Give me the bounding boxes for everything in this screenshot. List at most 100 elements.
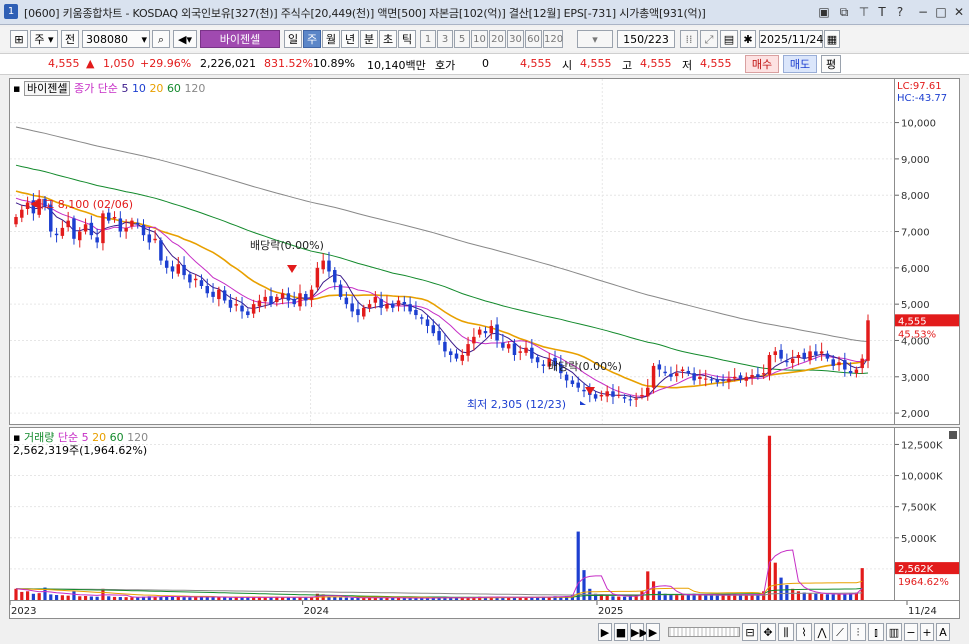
zoom-out-icon[interactable]: − (904, 623, 918, 641)
candle (390, 300, 395, 313)
font-size-icon[interactable]: T (874, 4, 890, 20)
help-icon[interactable]: ? (892, 4, 908, 20)
volume-pct: 831.52% (264, 57, 313, 70)
pin-icon[interactable]: ⊤ (856, 4, 872, 20)
date-tick-label: 2023 (11, 606, 36, 617)
candle (135, 218, 140, 229)
interval-button-120[interactable]: 120 (543, 30, 563, 48)
candle (327, 251, 331, 278)
chart-type-icon[interactable]: ▥ (886, 623, 902, 641)
eval-button[interactable]: 평 (821, 55, 841, 73)
price-tick-label: 10,000 (901, 119, 936, 130)
candle (796, 352, 801, 366)
play-icon[interactable]: ▶ (598, 623, 612, 641)
fast-forward-icon[interactable]: ▶▶ (630, 623, 648, 641)
interval-button-10[interactable]: 10 (471, 30, 488, 48)
candle (373, 291, 378, 309)
next-icon[interactable]: ▶ (646, 623, 660, 641)
indicator-icon[interactable]: ⤢ (700, 30, 718, 48)
tab-0[interactable]: 일 (284, 30, 302, 48)
mode-button[interactable]: 전 (61, 30, 79, 48)
legend-toggle-icon[interactable]: ▪ (13, 82, 20, 95)
stock-name-field[interactable]: 바이젠셀 (200, 30, 280, 48)
candle (663, 365, 667, 377)
maximize-icon[interactable]: □ (933, 4, 949, 20)
minimize-icon[interactable]: − (915, 4, 931, 20)
candle (564, 371, 569, 388)
trend-icon[interactable]: ⟋ (832, 623, 848, 641)
panel-menu-icon[interactable] (949, 431, 957, 439)
legend-ma20: 20 (149, 82, 164, 95)
price-tick-label: 6,000 (901, 264, 930, 275)
volume-tick-label: 5,000K (901, 534, 937, 545)
date-axis: 2023 2024 2025 11/24 (9, 601, 960, 619)
volume-chart-panel[interactable]: ▪ 거래량 단순 5 20 60 120 2,562,319주(1,964.62… (9, 427, 895, 601)
line-chart-icon[interactable]: ⌇ (796, 623, 812, 641)
candle (721, 374, 725, 387)
stop-icon[interactable]: ■ (614, 623, 628, 641)
volume-bar (622, 596, 627, 600)
interval-button-20[interactable]: 20 (489, 30, 506, 48)
tab-2[interactable]: 월 (322, 30, 340, 48)
candle (222, 286, 227, 304)
zoom-reset-icon[interactable]: ⊟ (742, 623, 758, 641)
save-icon[interactable]: ▤ (720, 30, 738, 48)
candle-icon[interactable]: ⫼ (778, 623, 794, 641)
price-chart-panel[interactable]: 최고 8,100 (02/06) 배당락(0.00%) 배당락(0.00%) 최저 2… (9, 78, 895, 425)
tab-6[interactable]: 틱 (398, 30, 416, 48)
candle (170, 260, 175, 279)
volume-bar (814, 593, 818, 600)
candle (396, 296, 401, 312)
restore-layout-icon[interactable]: ▣ (816, 4, 832, 20)
dividend-arrow-icon (287, 265, 297, 273)
interval-button-5[interactable]: 5 (454, 30, 470, 48)
zoom-in-icon[interactable]: + (920, 623, 934, 641)
interval-select[interactable]: ▾ (577, 30, 613, 48)
tab-3[interactable]: 년 (341, 30, 359, 48)
tab-1[interactable]: 주 (303, 30, 321, 48)
scale-icon[interactable]: A (936, 623, 950, 641)
volume-bar (89, 596, 93, 600)
crosshair-icon[interactable]: ✥ (760, 623, 776, 641)
close-icon[interactable]: ✕ (951, 4, 967, 20)
interval-button-60[interactable]: 60 (525, 30, 542, 48)
high-label: 고 (622, 59, 633, 72)
candle (477, 326, 482, 338)
volume-axis: 12,500K10,000K7,500K5,000K2,500K2,562K19… (895, 427, 960, 601)
volume-bar (779, 577, 783, 600)
bar-chart-icon[interactable]: ⫶ (850, 623, 866, 641)
calendar-icon[interactable]: ▦ (824, 30, 840, 48)
price-change: 1,050 (103, 57, 135, 70)
date-input[interactable]: 2025/11/24 (759, 30, 823, 48)
volume-bar (628, 596, 632, 600)
scroll-track[interactable] (668, 627, 740, 637)
grid-icon[interactable]: ⁞⁞ (680, 30, 698, 48)
tab-5[interactable]: 초 (379, 30, 397, 48)
area-chart-icon[interactable]: ⋀ (814, 623, 830, 641)
stock-code-input[interactable]: 308080 ▾ (82, 30, 150, 48)
speaker-icon[interactable]: ◀▾ (173, 30, 197, 48)
open-label: 시 (562, 59, 573, 72)
candle (692, 367, 696, 385)
candle (188, 271, 192, 289)
current-price: 4,555 (48, 57, 80, 70)
period-select[interactable]: 주 ▾ (30, 30, 58, 48)
volume-bar (112, 596, 117, 600)
search-icon[interactable]: ⌕ (152, 30, 170, 48)
date-tick-label: 2025 (598, 606, 623, 617)
interval-button-30[interactable]: 30 (507, 30, 524, 48)
price-chart-svg: 최고 8,100 (02/06) 배당락(0.00%) 배당락(0.00%) 최저 2… (10, 79, 894, 424)
count-input[interactable]: 150/223 (617, 30, 675, 48)
buy-button[interactable]: 매수 (745, 55, 779, 73)
settings-icon[interactable]: ✱ (740, 30, 756, 48)
candle (251, 299, 256, 318)
sell-button[interactable]: 매도 (783, 55, 817, 73)
candle-type-icon[interactable]: ⫾ (868, 623, 884, 641)
tab-4[interactable]: 분 (360, 30, 378, 48)
layout-icon[interactable]: ⊞ (10, 30, 28, 48)
volume-bar (860, 568, 864, 600)
interval-button-3[interactable]: 3 (437, 30, 453, 48)
copy-window-icon[interactable]: ⧉ (836, 4, 852, 20)
volume-bar (825, 594, 830, 600)
interval-button-1[interactable]: 1 (420, 30, 436, 48)
